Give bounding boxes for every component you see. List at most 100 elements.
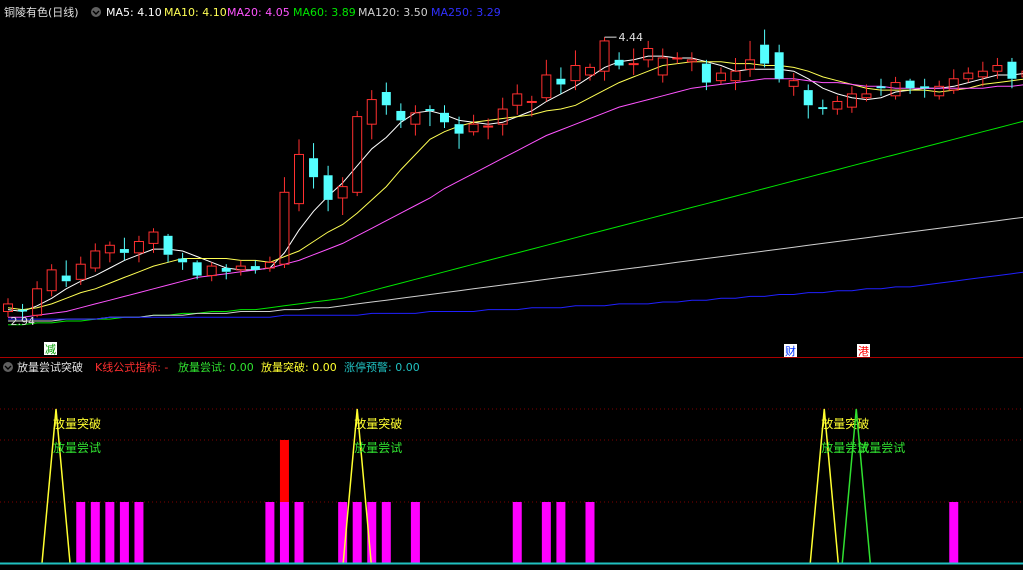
candle [61, 260, 71, 287]
candle [468, 114, 479, 136]
candle-body [730, 70, 741, 82]
volume-signal-bar [105, 502, 115, 563]
indicator-title: 放量尝试突破 [17, 360, 83, 374]
candle [163, 233, 173, 263]
candle [366, 90, 377, 140]
candle [337, 177, 348, 216]
ma20-label: MA20: 4.05 [227, 6, 290, 19]
indicator-breakout-value: 放量突破: 0.00 [261, 360, 337, 374]
candle-body [148, 231, 159, 244]
ma-line-ma120 [8, 216, 1023, 322]
candle [556, 67, 566, 94]
candle-body [90, 250, 101, 269]
stock-title: 铜陵有色(日线) [4, 5, 79, 19]
candle-body [876, 86, 886, 89]
candle-body [818, 107, 828, 110]
stock-chart: 铜陵有色(日线) MA5: 4.10 MA10: 4.10 MA20: 4.05… [0, 5, 1023, 565]
candle-body [1007, 61, 1017, 79]
candle [46, 264, 57, 297]
volume-signal-bar [541, 502, 551, 563]
candle-body [454, 124, 464, 134]
candle [512, 84, 523, 115]
event-badges: 减 财 港 [44, 342, 870, 358]
breakout-label: 放量突破 [821, 416, 869, 431]
candle-body [396, 110, 406, 121]
ma-line-ma20 [8, 78, 1023, 318]
candle [788, 73, 799, 96]
volume-signal-bar [119, 502, 129, 563]
volume-signal-bar [585, 502, 595, 563]
candle-body [672, 57, 683, 60]
candle [614, 52, 624, 70]
ma5-label: MA5: 4.10 [106, 6, 162, 19]
candle [818, 99, 828, 115]
candle [483, 118, 494, 140]
candle-body [381, 92, 391, 106]
candle-body [745, 59, 756, 70]
candle-body [556, 78, 566, 85]
candle-body [294, 153, 304, 205]
red-signal-bar [279, 440, 289, 502]
candle-body [468, 123, 479, 133]
volume-signal-bar [949, 502, 959, 563]
candle-body [760, 44, 770, 64]
candle [309, 143, 319, 189]
candle [352, 110, 363, 197]
indicator-toggle-icon[interactable] [3, 362, 13, 372]
candle [963, 67, 974, 83]
candle-body [178, 258, 188, 263]
candle-body [977, 70, 988, 78]
candle [585, 63, 595, 81]
badge-jian: 减 [45, 343, 56, 356]
volume-signal-bar [381, 502, 391, 563]
candlestick-plot: 4.44 2.94 [3, 29, 1023, 328]
candle [90, 243, 101, 272]
candle-body [337, 186, 348, 199]
candle-body [133, 240, 144, 254]
candle-body [206, 265, 217, 277]
volume-signal-bar [90, 502, 100, 563]
ma-line-ma250 [8, 271, 1023, 320]
candle-body [541, 74, 552, 99]
signal-spike-breakout [41, 408, 71, 564]
volume-signal-bar [556, 502, 566, 563]
candle-body [46, 269, 57, 292]
volume-signal-bar [352, 502, 362, 563]
candle-body [221, 267, 231, 272]
candle [934, 80, 945, 100]
candle-body [352, 116, 363, 193]
ma250-label: MA250: 3.29 [431, 6, 501, 19]
candle-body [861, 93, 872, 99]
candle [104, 241, 115, 263]
volume-signal-bar [294, 502, 304, 563]
candle-body [774, 52, 784, 79]
candle [832, 95, 843, 115]
candle-body [905, 80, 915, 89]
header-toggle-icon[interactable] [91, 7, 101, 17]
volume-signal-bar [134, 502, 144, 563]
candle [440, 105, 449, 128]
candle [876, 78, 886, 96]
candle-body [366, 99, 377, 125]
candle [425, 105, 435, 127]
candle [75, 256, 86, 286]
candle-body [192, 262, 202, 276]
candle [323, 165, 333, 212]
candle-body [686, 59, 697, 63]
ma-line-ma60 [8, 120, 1023, 326]
candle [32, 281, 43, 318]
indicator-limitup-value: 涨停预警: 0.00 [344, 360, 420, 374]
candle [686, 52, 697, 72]
volume-signal-bar [76, 502, 86, 563]
candle-body [570, 65, 581, 82]
indicator-header: 放量尝试突破 K线公式指标: - 放量尝试: 0.00 放量突破: 0.00 涨… [3, 360, 420, 374]
volume-signal-bar [279, 502, 289, 563]
candle [133, 235, 144, 263]
candle-body [701, 63, 711, 83]
indicator-formula-label: K线公式指标: - [95, 360, 168, 374]
candle-body [643, 47, 654, 61]
candle [745, 40, 756, 77]
low-price-label: 2.94 [11, 315, 36, 328]
candle-body [890, 82, 901, 97]
candle-body [832, 100, 843, 110]
